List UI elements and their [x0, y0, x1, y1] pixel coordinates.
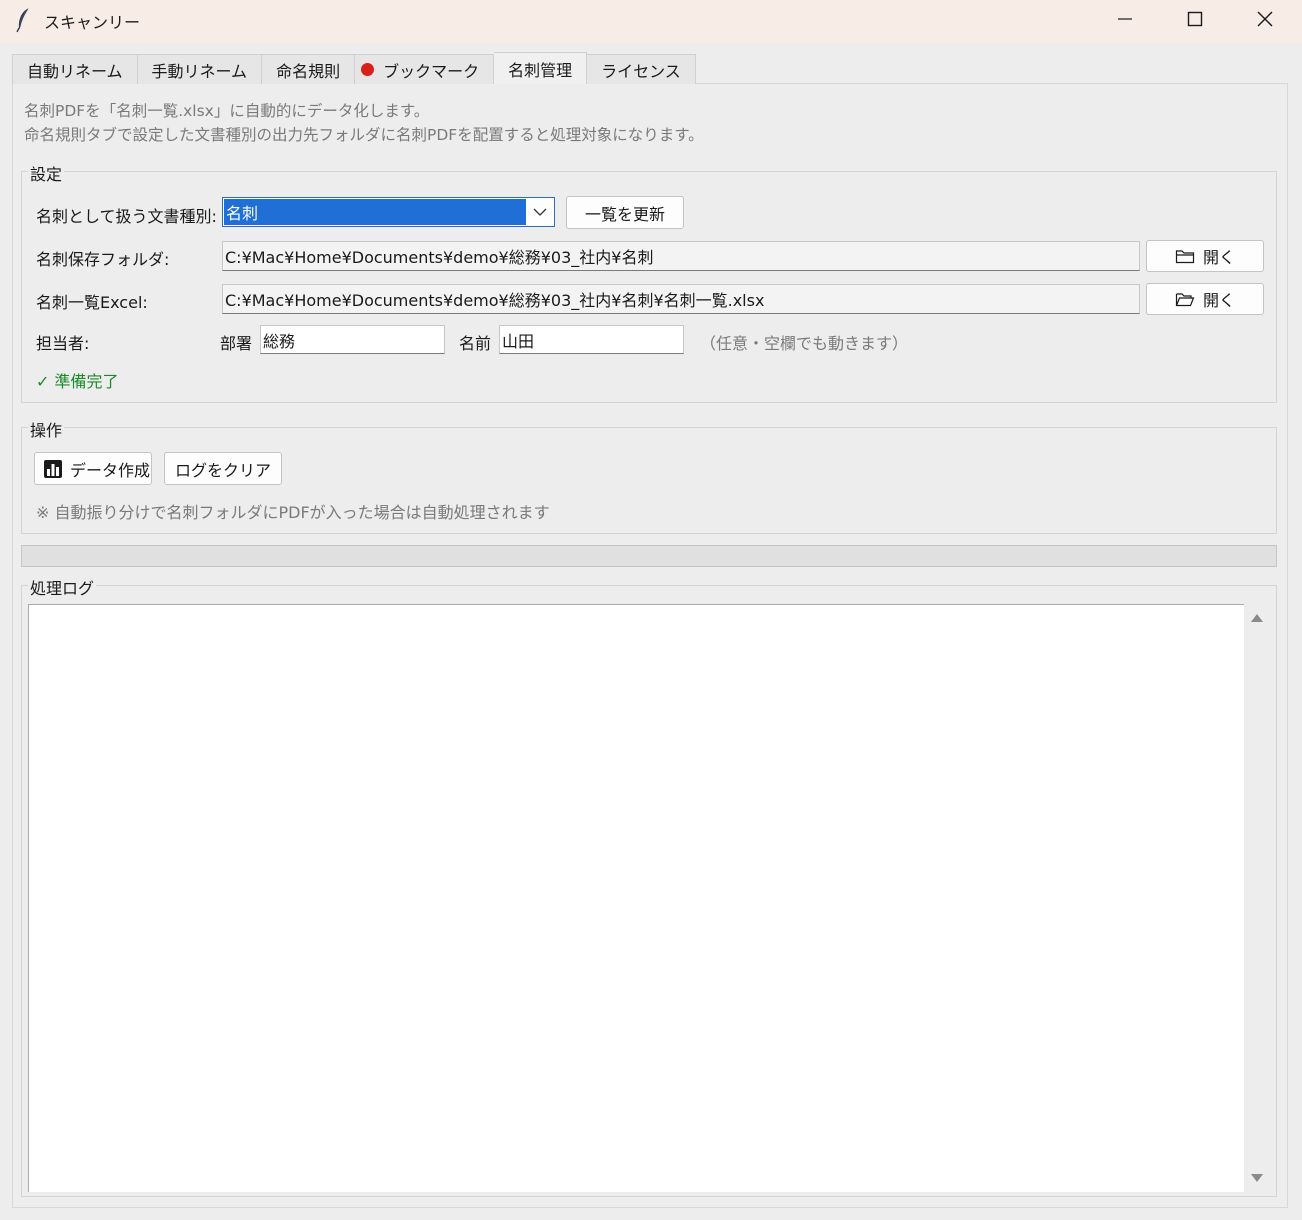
- window-title: スキャンリー: [44, 13, 141, 32]
- create-data-label: データ作成: [70, 460, 151, 480]
- open-excel-label: 開く: [1202, 291, 1235, 310]
- description-line-1: 名刺PDFを「名刺一覧.xlsx」に自動的にデータ化します。: [24, 102, 430, 120]
- open-excel-button[interactable]: 開く: [1146, 283, 1264, 315]
- tab-label: ライセンス: [601, 61, 681, 81]
- tab-label: 手動リネーム: [151, 61, 248, 81]
- tab-manual-rename[interactable]: 手動リネーム: [137, 54, 263, 84]
- refresh-list-button[interactable]: 一覧を更新: [566, 196, 684, 229]
- optional-note: （任意・空欄でも動きます）: [700, 334, 909, 353]
- name-input[interactable]: 山田: [499, 325, 684, 354]
- name-value: 山田: [502, 331, 535, 351]
- tab-business-cards[interactable]: 名刺管理: [494, 52, 588, 84]
- maximize-button[interactable]: [1160, 0, 1230, 38]
- chevron-down-icon[interactable]: [530, 204, 550, 220]
- open-folder-button[interactable]: 開く: [1146, 240, 1264, 272]
- name-label: 名前: [459, 334, 492, 353]
- log-scrollbar[interactable]: [1246, 604, 1268, 1192]
- settings-group-label: 設定: [28, 161, 65, 185]
- tab-naming-rules[interactable]: 命名規則: [262, 54, 356, 84]
- scroll-up-icon[interactable]: [1246, 608, 1268, 628]
- clear-log-label: ログをクリア: [174, 460, 271, 480]
- tab-license[interactable]: ライセンス: [587, 54, 696, 84]
- log-textarea[interactable]: [28, 604, 1244, 1192]
- tab-auto-rename[interactable]: 自動リネーム: [12, 54, 138, 84]
- log-group-label: 処理ログ: [28, 575, 97, 599]
- open-folder-label: 開く: [1202, 248, 1235, 267]
- status-ready: ✓ 準備完了: [36, 372, 119, 391]
- tab-label: ブックマーク: [383, 61, 480, 81]
- red-dot-icon: [361, 63, 375, 76]
- doc-type-selected-value: 名刺: [224, 199, 526, 225]
- tab-label: 自動リネーム: [27, 61, 123, 81]
- person-label: 担当者:: [36, 334, 90, 353]
- close-button[interactable]: [1230, 0, 1300, 38]
- feather-app-icon: [14, 7, 32, 33]
- close-icon: [1257, 11, 1273, 27]
- excel-label: 名刺一覧Excel:: [36, 293, 148, 312]
- create-data-button[interactable]: データ作成: [34, 452, 152, 485]
- operations-group-label: 操作: [28, 417, 65, 441]
- tab-bar: 自動リネーム 手動リネーム 命名規則 ブックマーク 名刺管理 ライセンス: [12, 52, 696, 84]
- minimize-icon: [1118, 18, 1132, 20]
- excel-path-value: C:¥Mac¥Home¥Documents¥demo¥総務¥03_社内¥名刺¥名…: [225, 291, 765, 310]
- excel-path-field[interactable]: C:¥Mac¥Home¥Documents¥demo¥総務¥03_社内¥名刺¥名…: [222, 284, 1140, 314]
- folder-label: 名刺保存フォルダ:: [36, 250, 170, 269]
- description-line-2: 命名規則タブで設定した文書種別の出力先フォルダに名刺PDFを配置すると処理対象に…: [24, 126, 704, 144]
- operations-note: ※ 自動振り分けで名刺フォルダにPDFが入った場合は自動処理されます: [36, 503, 550, 522]
- progress-bar: [21, 545, 1277, 567]
- folder-path-value: C:¥Mac¥Home¥Documents¥demo¥総務¥03_社内¥名刺: [225, 248, 654, 267]
- dept-label: 部署: [220, 334, 253, 353]
- folder-path-field[interactable]: C:¥Mac¥Home¥Documents¥demo¥総務¥03_社内¥名刺: [222, 241, 1140, 271]
- maximize-icon: [1187, 11, 1203, 27]
- tab-label: 命名規則: [276, 61, 341, 81]
- clear-log-button[interactable]: ログをクリア: [164, 452, 282, 485]
- bar-chart-icon: [44, 459, 62, 478]
- open-folder-icon: [1175, 293, 1195, 307]
- folder-icon: [1175, 250, 1195, 264]
- doc-type-label: 名刺として扱う文書種別:: [36, 207, 217, 226]
- dept-input[interactable]: 総務: [260, 325, 445, 354]
- dept-value: 総務: [263, 331, 296, 351]
- tab-bookmarks[interactable]: ブックマーク: [355, 54, 495, 84]
- refresh-list-label: 一覧を更新: [584, 204, 665, 224]
- tab-label: 名刺管理: [508, 60, 573, 80]
- minimize-button[interactable]: [1090, 0, 1160, 38]
- scroll-down-icon[interactable]: [1246, 1168, 1268, 1188]
